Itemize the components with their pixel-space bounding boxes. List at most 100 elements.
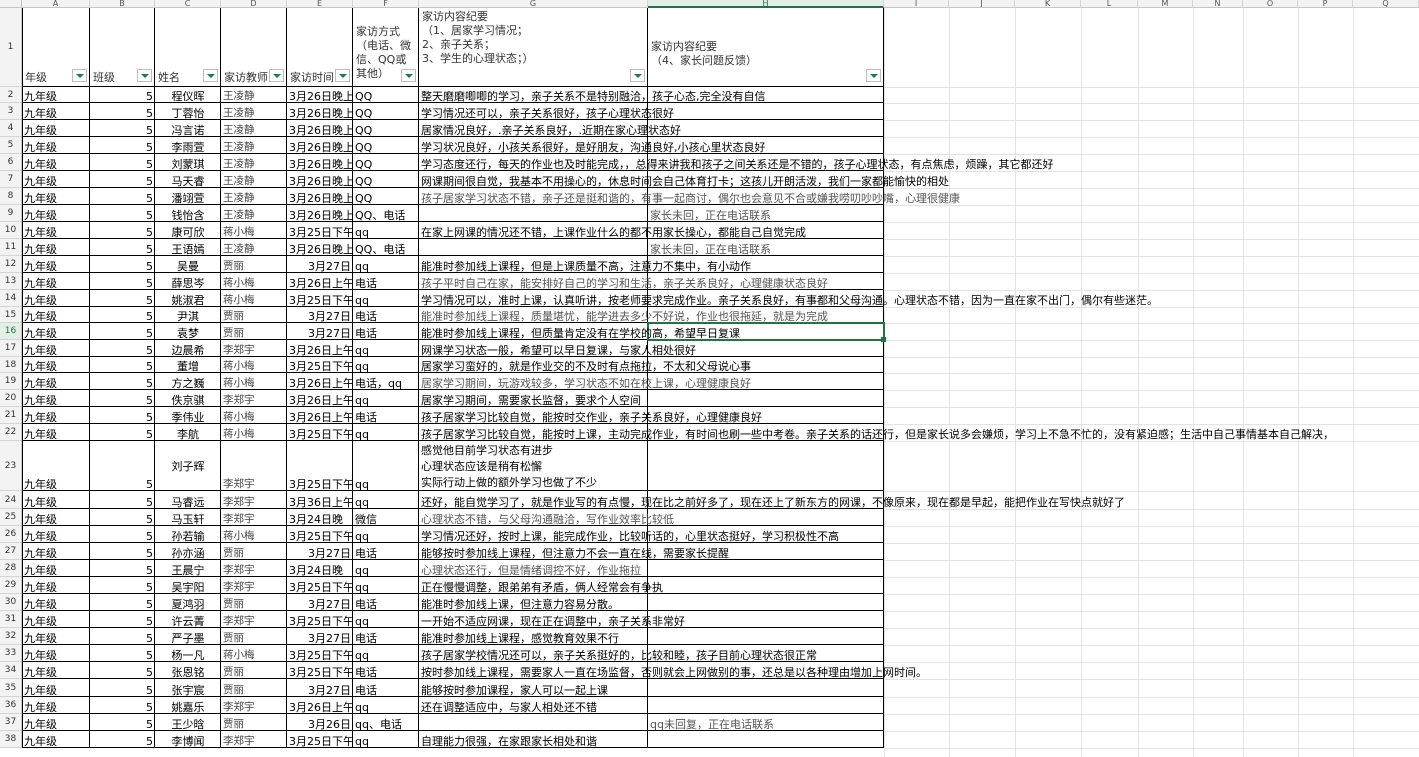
cell-e[interactable]: 3月25日下午 bbox=[287, 424, 353, 441]
row-header[interactable]: 29 bbox=[0, 577, 22, 594]
row-header[interactable]: 14 bbox=[0, 290, 22, 307]
row-header[interactable]: 30 bbox=[0, 594, 22, 611]
cell-e[interactable]: 3月26日晚上 bbox=[287, 154, 353, 171]
cell-h[interactable] bbox=[648, 390, 884, 407]
cell-c[interactable]: 康可欣 bbox=[155, 222, 221, 239]
cell-a[interactable]: 九年级 bbox=[22, 154, 90, 171]
cell-e[interactable]: 3月27日 bbox=[287, 256, 353, 273]
cell-f[interactable]: 电话 bbox=[353, 307, 419, 323]
cell-d[interactable]: 蒋小梅 bbox=[221, 645, 287, 662]
cell-a[interactable]: 九年级 bbox=[22, 103, 90, 120]
row-header[interactable]: 18 bbox=[0, 357, 22, 373]
cell-e[interactable]: 3月27日 bbox=[287, 307, 353, 323]
cell-g[interactable]: 能准时参加线上课程，质量堪忧，能学进去多少不好说，作业也很拖延，就是为完成 bbox=[419, 307, 828, 323]
cell-g[interactable]: 能准时参加线上课程，但是上课质量不高，注意力不集中，有小动作 bbox=[419, 256, 751, 273]
cell-f[interactable]: qq bbox=[353, 577, 419, 594]
cell-f[interactable]: qq bbox=[353, 560, 419, 577]
cell-a[interactable]: 九年级 bbox=[22, 407, 90, 424]
cell-d[interactable]: 王凌静 bbox=[221, 120, 287, 137]
cell-f[interactable]: 电话 bbox=[353, 594, 419, 611]
cell-f[interactable]: qq、电话 bbox=[353, 714, 419, 731]
cell-d[interactable]: 贾丽 bbox=[221, 628, 287, 645]
cell-g[interactable]: 能准时参加线上课程，但质量肯定没有在学校的高，希望早日复课 bbox=[419, 323, 740, 340]
cell-f[interactable]: 电话 bbox=[353, 543, 419, 560]
cell-d[interactable]: 李郑宇 bbox=[221, 731, 287, 748]
cell-f[interactable]: 微信 bbox=[353, 509, 419, 526]
cell-g[interactable]: 自理能力很强，在家跟家长相处和谐 bbox=[419, 731, 648, 748]
cell-b[interactable]: 5 bbox=[90, 205, 155, 222]
cell-b[interactable]: 5 bbox=[90, 390, 155, 407]
cell-f[interactable]: qq bbox=[353, 357, 419, 373]
cell-e[interactable]: 3月25日下午 bbox=[287, 662, 353, 679]
cell-g[interactable]: 心理状态不错，与父母沟通融洽，写作业效率比较低 bbox=[419, 509, 674, 526]
filter-dropdown-content_g[interactable] bbox=[630, 69, 645, 82]
cell-e[interactable]: 3月25日下午 bbox=[287, 645, 353, 662]
column-header-d[interactable]: D bbox=[221, 0, 287, 8]
cell-c[interactable]: 季伟业 bbox=[155, 407, 221, 424]
cell-c[interactable]: 刘子辉 bbox=[155, 441, 221, 491]
cell-b[interactable]: 5 bbox=[90, 103, 155, 120]
cell-g[interactable]: 正在慢慢调整，跟弟弟有矛盾，俩人经常会有争执 bbox=[419, 577, 663, 594]
cell-d[interactable]: 蒋小梅 bbox=[221, 273, 287, 290]
cell-a[interactable]: 九年级 bbox=[22, 120, 90, 137]
cell-f[interactable]: 电话，qq bbox=[353, 373, 419, 390]
cell-f[interactable]: QQ bbox=[353, 154, 419, 171]
cell-b[interactable]: 5 bbox=[90, 594, 155, 611]
cell-b[interactable]: 5 bbox=[90, 188, 155, 205]
cell-d[interactable]: 李郑宇 bbox=[221, 441, 287, 491]
row-header[interactable]: 6 bbox=[0, 154, 22, 171]
filter-dropdown-class[interactable] bbox=[137, 69, 152, 82]
cell-f[interactable]: qq bbox=[353, 491, 419, 509]
filter-dropdown-time[interactable] bbox=[335, 69, 350, 82]
cell-g[interactable]: 学习情况还好，按时上课，能完成作业，比较听话的，心里状态挺好，学习积极性不高 bbox=[419, 526, 839, 543]
cell-c[interactable]: 姚淑君 bbox=[155, 290, 221, 307]
cell-h[interactable] bbox=[648, 628, 884, 645]
cell-g[interactable]: 网课期间很自觉，我基本不用操心的，休息时间会自己体育打卡；这孩儿开朗活泼，我们一… bbox=[419, 171, 949, 188]
cell-b[interactable]: 5 bbox=[90, 120, 155, 137]
cell-f[interactable]: qq bbox=[353, 222, 419, 239]
row-header[interactable]: 22 bbox=[0, 424, 22, 441]
cell-g[interactable]: 学习状况良好，小孩关系很好，是好朋友，沟通良好,小孩心里状态良好 bbox=[419, 137, 766, 154]
cell-h[interactable]: qq未回复，正在电话联系 bbox=[648, 714, 884, 731]
column-header-h[interactable]: H bbox=[648, 0, 884, 8]
cell-c[interactable]: 董增 bbox=[155, 357, 221, 373]
row-header[interactable]: 33 bbox=[0, 645, 22, 662]
cell-a[interactable]: 九年级 bbox=[22, 491, 90, 509]
cell-c[interactable]: 袁梦 bbox=[155, 323, 221, 340]
cell-e[interactable]: 3月27日 bbox=[287, 594, 353, 611]
cell-b[interactable]: 5 bbox=[90, 273, 155, 290]
cell-h[interactable] bbox=[648, 441, 884, 491]
cell-a[interactable]: 九年级 bbox=[22, 628, 90, 645]
cell-b[interactable]: 5 bbox=[90, 628, 155, 645]
row-header[interactable]: 4 bbox=[0, 120, 22, 137]
cell-d[interactable]: 贾丽 bbox=[221, 323, 287, 340]
cell-d[interactable]: 贾丽 bbox=[221, 307, 287, 323]
cell-e[interactable]: 3月27日 bbox=[287, 628, 353, 645]
cell-c[interactable]: 李航 bbox=[155, 424, 221, 441]
cell-h[interactable] bbox=[648, 120, 884, 137]
cell-h[interactable] bbox=[648, 103, 884, 120]
column-header-n[interactable]: N bbox=[1193, 0, 1243, 8]
cell-a[interactable]: 九年级 bbox=[22, 662, 90, 679]
cell-b[interactable]: 5 bbox=[90, 171, 155, 188]
row-header[interactable]: 36 bbox=[0, 697, 22, 714]
cell-a[interactable]: 九年级 bbox=[22, 205, 90, 222]
cell-a[interactable]: 九年级 bbox=[22, 87, 90, 103]
cell-a[interactable]: 九年级 bbox=[22, 239, 90, 256]
cell-h[interactable] bbox=[648, 679, 884, 697]
cell-g[interactable]: 孩子居家学习比较自觉，能按时上课，主动完成作业，有时间也刷一些中考卷。亲子关系的… bbox=[419, 424, 1334, 441]
cell-d[interactable]: 李郑宇 bbox=[221, 577, 287, 594]
cell-f[interactable]: qq bbox=[353, 731, 419, 748]
cell-b[interactable]: 5 bbox=[90, 645, 155, 662]
cell-e[interactable]: 3月27日 bbox=[287, 543, 353, 560]
row-header[interactable]: 25 bbox=[0, 509, 22, 526]
cell-e[interactable]: 3月27日 bbox=[287, 679, 353, 697]
cell-a[interactable]: 九年级 bbox=[22, 611, 90, 628]
column-header-b[interactable]: B bbox=[90, 0, 155, 8]
cell-b[interactable]: 5 bbox=[90, 137, 155, 154]
cell-h[interactable] bbox=[648, 594, 884, 611]
column-header-m[interactable]: M bbox=[1138, 0, 1193, 8]
row-header[interactable]: 7 bbox=[0, 171, 22, 188]
cell-g[interactable]: 心理状态还行，但是情绪调控不好，作业拖拉 bbox=[419, 560, 648, 577]
cell-d[interactable]: 王凌静 bbox=[221, 188, 287, 205]
